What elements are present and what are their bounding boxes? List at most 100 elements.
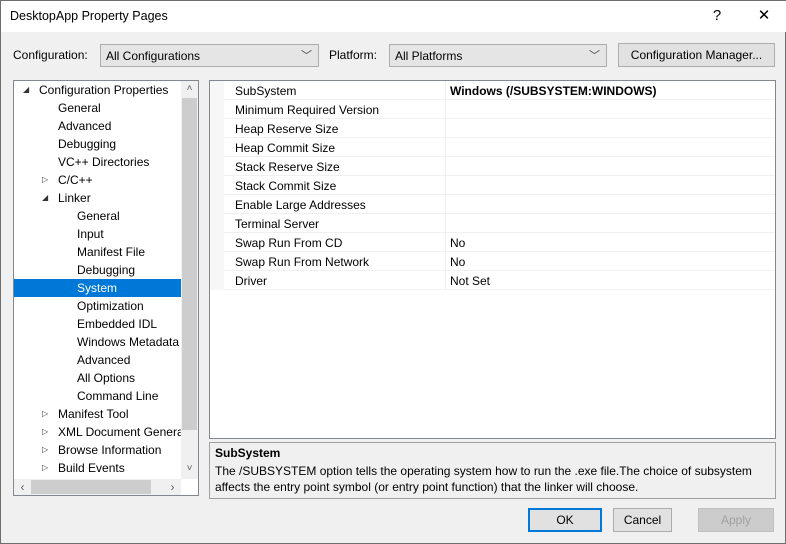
property-value[interactable]: Windows (/SUBSYSTEM:WINDOWS) — [450, 84, 657, 98]
tree-item[interactable]: ▷ C/C++ — [14, 171, 181, 189]
column-divider — [445, 214, 446, 233]
tree-item[interactable]: Windows Metadata — [14, 333, 181, 351]
property-row[interactable]: Enable Large Addresses — [210, 195, 775, 214]
tree-item[interactable]: General — [14, 99, 181, 117]
tree-item-label: Input — [77, 227, 104, 241]
tree-item-label: Advanced — [77, 353, 131, 367]
scroll-left-icon[interactable]: ‹ — [14, 480, 31, 494]
scroll-right-icon[interactable]: › — [164, 480, 181, 494]
expanded-arrow-icon[interactable]: ◢ — [42, 189, 48, 207]
ok-button[interactable]: OK — [528, 508, 602, 532]
row-gutter — [210, 233, 224, 252]
tree-item-label: Build Events — [58, 461, 125, 475]
row-gutter — [210, 271, 224, 290]
collapsed-arrow-icon[interactable]: ▷ — [42, 171, 48, 189]
column-divider — [445, 119, 446, 138]
property-row[interactable]: SubSystem Windows (/SUBSYSTEM:WINDOWS) — [210, 81, 775, 100]
tree-item[interactable]: ▷ XML Document Genera — [14, 423, 184, 441]
property-row[interactable]: Minimum Required Version — [210, 100, 775, 119]
property-tree[interactable]: ◢ Configuration Properties General Advanced… — [13, 80, 199, 496]
property-row[interactable]: Heap Commit Size — [210, 138, 775, 157]
property-value[interactable]: Not Set — [450, 274, 490, 288]
tree-item[interactable]: Manifest File — [14, 243, 181, 261]
tree-item-label: General — [58, 101, 101, 115]
collapsed-arrow-icon[interactable]: ▷ — [42, 441, 48, 459]
column-divider — [445, 157, 446, 176]
tree-item[interactable]: ▷ Build Events — [14, 459, 181, 477]
tree-item[interactable]: ▷ Browse Information — [14, 441, 181, 459]
platform-value: All Platforms — [395, 49, 463, 63]
tree-item[interactable]: Advanced — [14, 351, 181, 369]
tree-item[interactable]: All Options — [14, 369, 181, 387]
platform-label: Platform: — [329, 48, 378, 62]
property-row[interactable]: Stack Reserve Size — [210, 157, 775, 176]
tree-item[interactable]: Debugging — [14, 261, 181, 279]
property-value[interactable]: No — [450, 255, 465, 269]
cancel-button[interactable]: Cancel — [613, 508, 672, 532]
tree-item-label: Embedded IDL — [77, 317, 158, 331]
property-value[interactable]: No — [450, 236, 465, 250]
close-button[interactable]: ✕ — [749, 5, 779, 27]
tree-item[interactable]: VC++ Directories — [14, 153, 181, 171]
row-gutter — [210, 138, 224, 157]
row-gutter — [210, 119, 224, 138]
row-gutter — [210, 214, 224, 233]
tree-item[interactable]: ◢ Configuration Properties — [14, 81, 181, 99]
tree-item[interactable]: General — [14, 207, 181, 225]
chevron-down-icon: ﹀ — [589, 50, 600, 62]
tree-item[interactable]: Debugging — [14, 135, 181, 153]
property-row[interactable]: Stack Commit Size — [210, 176, 775, 195]
tree-item-label: Debugging — [77, 263, 136, 277]
collapsed-arrow-icon[interactable]: ▷ — [42, 405, 48, 423]
tree-item-label: System — [77, 281, 118, 295]
tree-item-label: XML Document Genera — [58, 425, 184, 439]
property-name: Enable Large Addresses — [235, 198, 366, 212]
tree-item[interactable]: Input — [14, 225, 181, 243]
tree-item[interactable]: ◢ Linker — [14, 189, 181, 207]
collapsed-arrow-icon[interactable]: ▷ — [42, 423, 48, 441]
property-grid: SubSystem Windows (/SUBSYSTEM:WINDOWS) Min… — [209, 80, 776, 439]
row-gutter — [210, 176, 224, 195]
collapsed-arrow-icon[interactable]: ▷ — [42, 459, 48, 477]
tree-item[interactable]: Command Line — [14, 387, 181, 405]
apply-button[interactable]: Apply — [698, 508, 774, 532]
help-button[interactable]: ? — [702, 5, 732, 27]
column-divider — [445, 195, 446, 214]
configuration-dropdown[interactable]: All Configurations ﹀ — [100, 44, 319, 67]
tree-item-label: General — [77, 209, 120, 223]
horizontal-scrollbar-thumb[interactable] — [31, 480, 151, 494]
column-divider — [445, 233, 446, 252]
row-gutter — [210, 195, 224, 214]
tree-item-label: Manifest File — [77, 245, 146, 259]
tree-item[interactable]: ▷ Manifest Tool — [14, 405, 181, 423]
scroll-up-icon[interactable]: ˄ — [181, 83, 198, 94]
property-row[interactable]: Swap Run From Network No — [210, 252, 775, 271]
tree-item[interactable]: Embedded IDL — [14, 315, 181, 333]
column-divider — [445, 100, 446, 119]
description-title: SubSystem — [215, 446, 281, 460]
platform-dropdown[interactable]: All Platforms ﹀ — [389, 44, 607, 67]
tree-item-label: All Options — [77, 371, 136, 385]
property-name: Heap Reserve Size — [235, 122, 339, 136]
tree-item-label: Linker — [58, 191, 91, 205]
tree-item[interactable]: System — [14, 279, 181, 297]
scrollbar-thumb[interactable] — [182, 98, 197, 430]
property-name: Heap Commit Size — [235, 141, 336, 155]
property-row[interactable]: Swap Run From CD No — [210, 233, 775, 252]
property-row[interactable]: Heap Reserve Size — [210, 119, 775, 138]
property-row[interactable]: Terminal Server — [210, 214, 775, 233]
scroll-down-icon[interactable]: ˅ — [181, 463, 198, 474]
tree-item[interactable]: Optimization — [14, 297, 181, 315]
property-name: Driver — [235, 274, 267, 288]
property-name: SubSystem — [235, 84, 297, 98]
tree-item-label: C/C++ — [58, 173, 93, 187]
tree-item[interactable]: Advanced — [14, 117, 181, 135]
tree-item-label: VC++ Directories — [58, 155, 150, 169]
description-panel: SubSystem The /SUBSYSTEM option tells th… — [209, 442, 776, 499]
tree-item-label: Windows Metadata — [77, 335, 180, 349]
property-row[interactable]: Driver Not Set — [210, 271, 775, 290]
tree-item-label: Manifest Tool — [58, 407, 129, 421]
row-gutter — [210, 157, 224, 176]
expanded-arrow-icon[interactable]: ◢ — [23, 81, 29, 99]
configuration-manager-button[interactable]: Configuration Manager... — [618, 43, 775, 67]
